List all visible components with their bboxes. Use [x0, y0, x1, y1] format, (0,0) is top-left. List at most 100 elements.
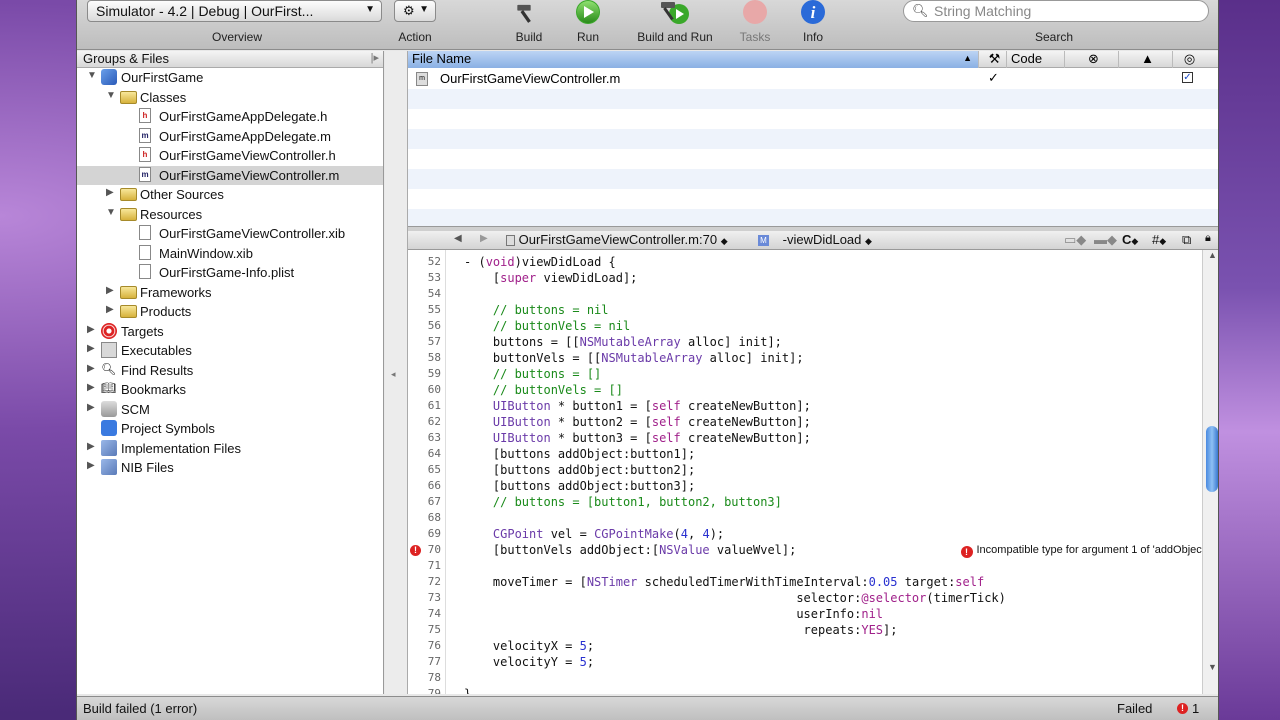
- column-errors[interactable]: ⊗: [1064, 51, 1118, 68]
- pane-splitter[interactable]: ◂: [385, 51, 408, 694]
- code-editor[interactable]: 52 - (void)viewDidLoad {53 [super viewDid…: [408, 250, 1218, 694]
- breakpoints-popup[interactable]: ▬◆: [1094, 232, 1117, 248]
- code-line[interactable]: 58 buttonVels = [[NSMutableArray alloc] …: [408, 351, 1198, 367]
- code-line[interactable]: 56 // buttonVels = nil: [408, 319, 1198, 335]
- counterpart-icon[interactable]: ⧉: [1182, 232, 1191, 248]
- code-line[interactable]: 62 UIButton * button2 = [self createNewB…: [408, 415, 1198, 431]
- tree-item[interactable]: ▶ Implementation Files: [77, 439, 383, 458]
- tree-item[interactable]: ▼ OurFirstGame: [77, 68, 383, 87]
- forward-arrow-icon[interactable]: ▶: [480, 233, 488, 244]
- code-line[interactable]: 78: [408, 671, 1198, 687]
- code-line[interactable]: 76 velocityX = 5;: [408, 639, 1198, 655]
- tree-item[interactable]: OurFirstGame-Info.plist: [77, 263, 383, 282]
- info-button[interactable]: i: [798, 0, 828, 28]
- code-line[interactable]: 69 CGPoint vel = CGPointMake(4, 4);: [408, 527, 1198, 543]
- splitter-handle-icon[interactable]: ◂: [391, 369, 396, 380]
- disclosure-closed-icon[interactable]: ▶: [87, 343, 95, 354]
- run-button[interactable]: [573, 0, 603, 28]
- tasks-button[interactable]: [740, 0, 770, 28]
- code-line[interactable]: 79}: [408, 687, 1198, 694]
- error-bubble[interactable]: ! Incompatible type for argument 1 of 'a…: [960, 544, 1210, 560]
- code-line[interactable]: 54: [408, 287, 1198, 303]
- tree-item[interactable]: ▶ 📖︎ Bookmarks: [77, 380, 383, 399]
- search-input[interactable]: 🔍︎ String Matching: [903, 0, 1209, 22]
- code-line[interactable]: 71: [408, 559, 1198, 575]
- code-line[interactable]: 73 selector:@selector(timerTick): [408, 591, 1198, 607]
- column-file-name[interactable]: File Name ▲: [408, 51, 978, 68]
- column-target[interactable]: ◎: [1172, 51, 1202, 68]
- code-line[interactable]: 64 [buttons addObject:button1];: [408, 447, 1198, 463]
- tree-item[interactable]: Project Symbols: [77, 419, 383, 438]
- build-button[interactable]: [514, 0, 544, 28]
- tree-item[interactable]: h OurFirstGameViewController.h: [77, 146, 383, 165]
- code-line[interactable]: 72 moveTimer = [NSTimer scheduledTimerWi…: [408, 575, 1198, 591]
- column-code[interactable]: Code: [1006, 51, 1064, 68]
- disclosure-open-icon[interactable]: ▼: [87, 70, 97, 81]
- language-popup-label: C: [1122, 232, 1132, 247]
- disclosure-closed-icon[interactable]: ▶: [87, 382, 95, 393]
- disclosure-closed-icon[interactable]: ▶: [106, 304, 114, 315]
- scheme-popup[interactable]: Simulator - 4.2 | Debug | OurFirst... ▼: [87, 0, 382, 22]
- code-text: - (void)viewDidLoad {: [464, 255, 616, 269]
- disclosure-closed-icon[interactable]: ▶: [87, 460, 95, 471]
- scroll-up-arrow-icon[interactable]: ▲: [1208, 250, 1217, 260]
- tree-item[interactable]: ▼ Resources: [77, 205, 383, 224]
- lock-icon[interactable]: 🔒︎: [1205, 232, 1211, 245]
- code-line[interactable]: 66 [buttons addObject:button3];: [408, 479, 1198, 495]
- tree-item[interactable]: m OurFirstGameViewController.m: [77, 165, 383, 185]
- scroll-down-arrow-icon[interactable]: ▼: [1208, 662, 1217, 672]
- code-line[interactable]: 59 // buttons = []: [408, 367, 1198, 383]
- includes-popup[interactable]: #◆: [1152, 232, 1166, 247]
- disclosure-closed-icon[interactable]: ▶: [87, 402, 95, 413]
- tree-item[interactable]: ▶ Products: [77, 302, 383, 321]
- column-build[interactable]: ⚒: [978, 51, 1006, 68]
- tree-item[interactable]: ▶ Frameworks: [77, 283, 383, 302]
- build-and-run-button[interactable]: [659, 0, 695, 28]
- disclosure-open-icon[interactable]: ▼: [106, 90, 116, 101]
- language-popup[interactable]: C◆: [1122, 232, 1138, 247]
- tree-item[interactable]: ▼ Classes: [77, 88, 383, 107]
- disclosure-closed-icon[interactable]: ▶: [106, 285, 114, 296]
- bookmarks-popup[interactable]: ▭◆: [1064, 232, 1086, 248]
- tree-item[interactable]: ▶ NIB Files: [77, 458, 383, 477]
- code-line[interactable]: 68: [408, 511, 1198, 527]
- disclosure-closed-icon[interactable]: ▶: [106, 187, 114, 198]
- column-warnings[interactable]: ▲: [1118, 51, 1172, 68]
- build-result-label[interactable]: Failed: [1117, 701, 1152, 716]
- code-line[interactable]: 63 UIButton * button3 = [self createNewB…: [408, 431, 1198, 447]
- code-line[interactable]: 74 userInfo:nil: [408, 607, 1198, 623]
- file-history-popup[interactable]: OurFirstGameViewController.m:70 ◆: [506, 232, 728, 247]
- code-line[interactable]: 60 // buttonVels = []: [408, 383, 1198, 399]
- file-list-row[interactable]: m OurFirstGameViewController.m ✓ ✓: [408, 69, 1218, 89]
- disclosure-open-icon[interactable]: ▼: [106, 207, 116, 218]
- tree-item[interactable]: OurFirstGameViewController.xib: [77, 224, 383, 243]
- tree-item[interactable]: ▶ Other Sources: [77, 185, 383, 204]
- code-line[interactable]: 55 // buttons = nil: [408, 303, 1198, 319]
- tree-item[interactable]: ▶ SCM: [77, 400, 383, 419]
- error-count[interactable]: 1: [1192, 701, 1199, 716]
- code-line[interactable]: 61 UIButton * button1 = [self createNewB…: [408, 399, 1198, 415]
- code-line[interactable]: 57 buttons = [[NSMutableArray alloc] ini…: [408, 335, 1198, 351]
- code-line[interactable]: 75 repeats:YES];: [408, 623, 1198, 639]
- disclosure-closed-icon[interactable]: ▶: [87, 441, 95, 452]
- disclosure-closed-icon[interactable]: ▶: [87, 363, 95, 374]
- disclosure-closed-icon[interactable]: ▶: [87, 324, 95, 335]
- code-line[interactable]: 52 - (void)viewDidLoad {: [408, 255, 1198, 271]
- tree-item[interactable]: MainWindow.xib: [77, 244, 383, 263]
- function-popup[interactable]: M -viewDidLoad ◆: [758, 232, 872, 247]
- tree-item[interactable]: ▶ Targets: [77, 322, 383, 341]
- back-arrow-icon[interactable]: ◀: [454, 233, 462, 244]
- code-line[interactable]: 77 velocityY = 5;: [408, 655, 1198, 671]
- tree-item[interactable]: ▶ 🔍︎ Find Results: [77, 361, 383, 380]
- editor-vertical-scrollbar[interactable]: ▲ ▼: [1202, 250, 1218, 694]
- pane-resize-icon[interactable]: |▸: [371, 51, 379, 64]
- code-line[interactable]: 53 [super viewDidLoad];: [408, 271, 1198, 287]
- tree-item[interactable]: m OurFirstGameAppDelegate.m: [77, 127, 383, 146]
- scrollbar-thumb[interactable]: [1206, 426, 1218, 492]
- tree-item[interactable]: h OurFirstGameAppDelegate.h: [77, 107, 383, 126]
- action-popup[interactable]: ⚙ ▼: [394, 0, 436, 22]
- code-line[interactable]: 67 // buttons = [button1, button2, butto…: [408, 495, 1198, 511]
- tree-item[interactable]: ▶ Executables: [77, 341, 383, 360]
- code-line[interactable]: 65 [buttons addObject:button2];: [408, 463, 1198, 479]
- target-checkbox[interactable]: ✓: [1182, 72, 1193, 83]
